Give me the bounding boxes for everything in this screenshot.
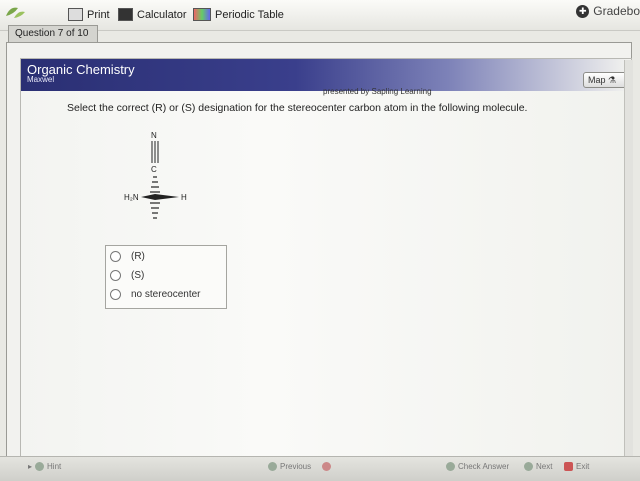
choice-label: no stereocenter xyxy=(131,289,201,300)
atom-label-right: H xyxy=(181,193,187,202)
periodic-table-label: Periodic Table xyxy=(215,8,284,21)
periodic-table-icon xyxy=(193,8,211,21)
sapling-leaf-icon xyxy=(6,7,25,18)
check-answer-button[interactable]: Check Answer xyxy=(446,462,509,471)
calculator-icon xyxy=(118,8,133,21)
hint-button[interactable]: ▸ Hint xyxy=(28,462,61,471)
hint-arrow-icon: ▸ xyxy=(28,462,33,471)
atom-label-carbon: C xyxy=(151,165,157,174)
check-icon xyxy=(446,462,455,471)
gradebook-icon: ✚ xyxy=(576,4,590,18)
question-panel: Organic Chemistry Maxwel presented by Sa… xyxy=(20,58,632,458)
gradebook-button[interactable]: ✚ Gradebo xyxy=(576,4,640,18)
wedge-bond-left xyxy=(141,194,155,200)
presented-by: presented by Sapling Learning xyxy=(323,87,432,96)
atom-label-left: H₂N xyxy=(124,193,139,202)
next-icon xyxy=(524,462,533,471)
exit-label: Exit xyxy=(576,462,590,471)
printer-icon xyxy=(68,8,83,21)
print-label: Print xyxy=(87,8,110,21)
calculator-label: Calculator xyxy=(137,8,187,21)
radio-button[interactable] xyxy=(110,251,121,262)
choice-r[interactable]: (R) xyxy=(110,251,145,262)
exit-icon xyxy=(564,462,573,471)
bottom-nav-bar: ▸ Hint Previous Check Answer Next Exit xyxy=(0,456,640,481)
exit-button[interactable]: Exit xyxy=(564,462,589,471)
check-answer-label: Check Answer xyxy=(458,462,510,471)
choice-s[interactable]: (S) xyxy=(110,270,144,281)
hint-label: Hint xyxy=(47,462,62,471)
map-label: Map xyxy=(588,75,606,85)
previous-label: Previous xyxy=(280,462,312,471)
previous-button[interactable]: Previous xyxy=(268,462,311,471)
choice-label: (R) xyxy=(131,251,145,262)
periodic-table-button[interactable]: Periodic Table xyxy=(193,8,284,21)
next-label: Next xyxy=(536,462,553,471)
choice-label: (S) xyxy=(131,270,145,281)
previous-icon xyxy=(268,462,277,471)
molecule-diagram: N C H₂N H xyxy=(124,131,187,219)
atom-label-top: N xyxy=(151,131,157,140)
choice-no-stereocenter[interactable]: no stereocenter xyxy=(110,289,201,300)
answer-choices: (R) (S) no stereocenter xyxy=(105,245,227,309)
gradebook-label: Gradebo xyxy=(593,4,640,18)
calculator-button[interactable]: Calculator xyxy=(118,8,187,21)
print-button[interactable]: Print xyxy=(68,8,110,21)
hint-icon xyxy=(35,462,45,471)
map-icon: ⚗ xyxy=(608,75,617,85)
hashed-bond-up xyxy=(150,176,160,193)
question-tab[interactable]: Question 7 of 10 xyxy=(8,25,98,42)
wedge-bond-right xyxy=(155,194,179,200)
vertical-scrollbar[interactable] xyxy=(624,60,633,456)
hashed-bond-down xyxy=(150,202,160,219)
radio-button[interactable] xyxy=(110,289,121,300)
give-up-icon[interactable] xyxy=(322,462,331,471)
next-button[interactable]: Next xyxy=(524,462,552,471)
course-subtitle: Maxwel xyxy=(27,75,55,84)
map-button[interactable]: Map ⚗ xyxy=(583,72,627,88)
question-prompt: Select the correct (R) or (S) designatio… xyxy=(67,102,528,114)
radio-button[interactable] xyxy=(110,270,121,281)
